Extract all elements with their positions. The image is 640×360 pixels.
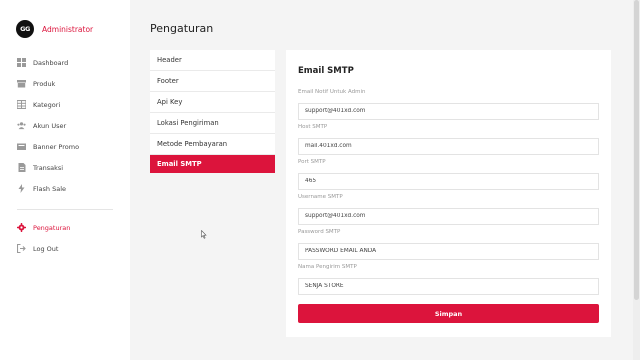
smtp-password-field: Password SMTP [298, 229, 599, 260]
sidebar-item-label: Akun User [33, 121, 67, 130]
smtp-sender-name-field: Nama Pengirim SMTP [298, 264, 599, 295]
sidebar-nav: Dashboard Produk Kategori Akun User Bann… [0, 52, 130, 259]
product-icon [17, 79, 26, 88]
sidebar-divider [17, 209, 113, 210]
sidebar-item-label: Log Out [33, 244, 59, 253]
brand-logo: GG [16, 20, 34, 38]
gear-icon [17, 223, 26, 232]
field-label: Email Notif Untuk Admin [298, 89, 366, 95]
brand-name: Administrator [42, 24, 94, 34]
sidebar-item-label: Dashboard [33, 58, 69, 67]
sidebar-item-banner-promo[interactable]: Banner Promo [0, 136, 130, 157]
settings-menu-api-key[interactable]: Api Key [150, 92, 275, 113]
field-label: Username SMTP [298, 194, 343, 200]
sidebar-item-label: Produk [33, 79, 56, 88]
dashboard-icon [17, 58, 26, 67]
form-title: Email SMTP [298, 66, 354, 76]
smtp-host-input[interactable] [298, 137, 599, 155]
field-label: Host SMTP [298, 124, 328, 130]
settings-menu-lokasi-pengiriman[interactable]: Lokasi Pengiriman [150, 113, 275, 134]
smtp-form-card: Email SMTP Email Notif Untuk Admin Host … [286, 50, 611, 337]
sidebar-item-label: Pengaturan [33, 223, 71, 232]
smtp-sender-name-input[interactable] [298, 277, 599, 295]
mouse-cursor-icon [201, 224, 207, 239]
field-label: Password SMTP [298, 229, 341, 235]
smtp-username-field: Username SMTP [298, 194, 599, 225]
admin-email-input[interactable] [298, 102, 599, 120]
field-label: Nama Pengirim SMTP [298, 264, 357, 270]
sidebar-item-dashboard[interactable]: Dashboard [0, 52, 130, 73]
brand: GG Administrator [16, 20, 93, 38]
sidebar-item-log-out[interactable]: Log Out [0, 238, 130, 259]
save-button[interactable]: Simpan [298, 304, 599, 323]
sidebar-item-produk[interactable]: Produk [0, 73, 130, 94]
sidebar-item-pengaturan[interactable]: Pengaturan [0, 217, 130, 238]
sidebar-item-label: Transaksi [33, 163, 64, 172]
sidebar-item-kategori[interactable]: Kategori [0, 94, 130, 115]
page-title: Pengaturan [150, 22, 214, 35]
smtp-port-field: Port SMTP [298, 159, 599, 190]
settings-menu-email-smtp[interactable]: Email SMTP [150, 155, 275, 173]
sidebar-item-flash-sale[interactable]: Flash Sale [0, 178, 130, 199]
sidebar: GG Administrator Dashboard Produk Katego… [0, 0, 130, 360]
admin-email-field: Email Notif Untuk Admin [298, 89, 599, 120]
sidebar-item-label: Banner Promo [33, 142, 80, 151]
flash-icon [17, 184, 26, 193]
smtp-host-field: Host SMTP [298, 124, 599, 155]
settings-menu-footer[interactable]: Footer [150, 71, 275, 92]
scrollbar-thumb[interactable] [634, 0, 639, 300]
settings-menu: Header Footer Api Key Lokasi Pengiriman … [150, 50, 275, 173]
sidebar-item-transaksi[interactable]: Transaksi [0, 157, 130, 178]
logout-icon [17, 244, 26, 253]
settings-menu-metode-pembayaran[interactable]: Metode Pembayaran [150, 134, 275, 155]
field-label: Port SMTP [298, 159, 326, 165]
page-scrollbar[interactable] [633, 0, 640, 360]
smtp-password-input[interactable] [298, 242, 599, 260]
banner-icon [17, 142, 26, 151]
smtp-username-input[interactable] [298, 207, 599, 225]
category-icon [17, 100, 26, 109]
users-icon [17, 121, 26, 130]
sidebar-item-label: Flash Sale [33, 184, 67, 193]
sidebar-item-label: Kategori [33, 100, 61, 109]
sidebar-item-akun-user[interactable]: Akun User [0, 115, 130, 136]
smtp-port-input[interactable] [298, 172, 599, 190]
settings-menu-header[interactable]: Header [150, 50, 275, 71]
transaction-icon [17, 163, 26, 172]
